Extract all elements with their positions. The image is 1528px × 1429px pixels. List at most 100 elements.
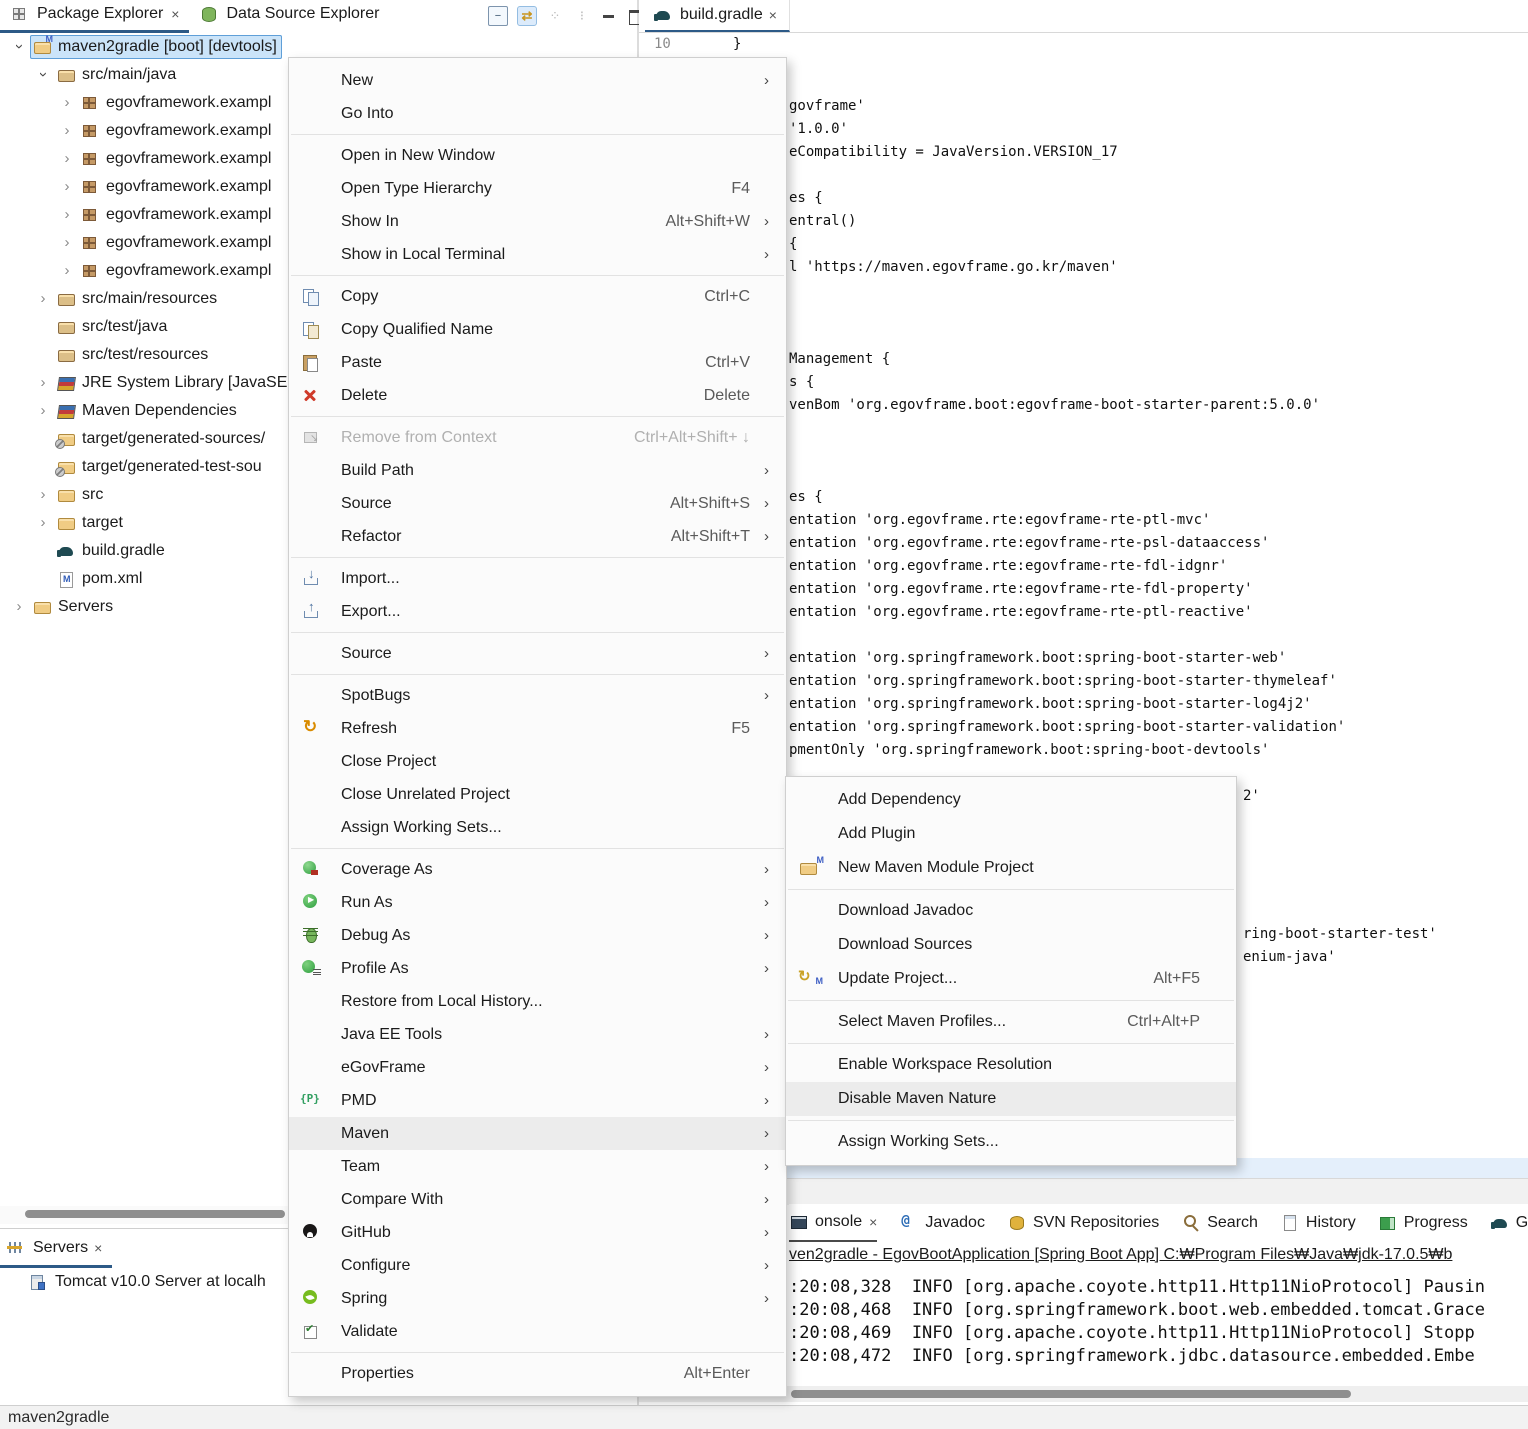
menu-separator: [291, 848, 784, 849]
menu-item[interactable]: Debug As ›: [289, 919, 786, 952]
menu-item[interactable]: Export... ›: [289, 595, 786, 628]
menu-item[interactable]: Open Type Hierarchy F4 ›: [289, 172, 786, 205]
menu-item[interactable]: Download Sources ›: [786, 928, 1236, 962]
console-tab[interactable]: SVN Repositories ×: [1007, 1205, 1159, 1241]
menu-item[interactable]: Run As ›: [289, 886, 786, 919]
submenu-arrow-icon: ›: [764, 1158, 786, 1175]
menu-item[interactable]: Open in New Window ›: [289, 139, 786, 172]
console-tab[interactable]: Progress ×: [1378, 1205, 1468, 1241]
menu-item[interactable]: Configure ›: [289, 1249, 786, 1282]
menu-item[interactable]: Delete Delete ›: [289, 379, 786, 412]
menu-item[interactable]: eGovFrame ›: [289, 1051, 786, 1084]
menu-item[interactable]: Build Path ›: [289, 454, 786, 487]
menu-item[interactable]: New Maven Module Project ›: [786, 851, 1236, 885]
tab-servers[interactable]: Servers ×: [0, 1231, 112, 1268]
menu-item[interactable]: Select Maven Profiles... Ctrl+Alt+P ›: [786, 1005, 1236, 1039]
expand-arrow-icon[interactable]: [32, 514, 54, 532]
menu-item[interactable]: Enable Workspace Resolution ›: [786, 1048, 1236, 1082]
menu-item[interactable]: Validate ›: [289, 1315, 786, 1348]
menu-item[interactable]: Download Javadoc ›: [786, 894, 1236, 928]
expand-arrow-icon[interactable]: [32, 486, 54, 504]
menu-item[interactable]: Team ›: [289, 1150, 786, 1183]
scrollbar-thumb[interactable]: [791, 1390, 1351, 1398]
code-line: entation 'org.egovframe.rte:egovframe-rt…: [789, 510, 1210, 530]
menu-item[interactable]: Remove from Context Ctrl+Alt+Shift+ ↓ ›: [289, 421, 786, 454]
tab-build-gradle[interactable]: build.gradle ×: [645, 0, 790, 32]
minimize-icon[interactable]: [600, 7, 618, 25]
console-tab[interactable]: Gradle Tasks ×: [1490, 1205, 1528, 1241]
console-tab[interactable]: onsole ×: [789, 1204, 877, 1242]
expand-arrow-icon[interactable]: [56, 94, 78, 112]
expand-arrow-icon[interactable]: [56, 150, 78, 168]
menu-item[interactable]: Spring ›: [289, 1282, 786, 1315]
menu-item[interactable]: Show In Alt+Shift+W ›: [289, 205, 786, 238]
expand-arrow-icon[interactable]: [8, 38, 30, 56]
menu-item[interactable]: Assign Working Sets... ›: [786, 1125, 1236, 1159]
view-tab[interactable]: Package Explorer ×: [0, 0, 189, 33]
menu-item[interactable]: Compare With ›: [289, 1183, 786, 1216]
menu-item[interactable]: Import... ›: [289, 562, 786, 595]
server-item[interactable]: Tomcat v10.0 Server at localh: [28, 1272, 266, 1292]
menu-item[interactable]: GitHub ›: [289, 1216, 786, 1249]
scrollbar-thumb[interactable]: [25, 1210, 285, 1218]
menu-item[interactable]: Maven ›: [289, 1117, 786, 1150]
menu-item[interactable]: Copy Ctrl+C ›: [289, 280, 786, 313]
menu-item[interactable]: SpotBugs ›: [289, 679, 786, 712]
menu-item[interactable]: Update Project... Alt+F5 ›: [786, 962, 1236, 996]
delete-icon: [301, 386, 327, 406]
view-menu-icon[interactable]: ⁝: [573, 7, 591, 25]
menu-item[interactable]: Java EE Tools ›: [289, 1018, 786, 1051]
close-icon[interactable]: ×: [869, 1214, 877, 1230]
console-tab[interactable]: Search ×: [1181, 1205, 1258, 1241]
menu-item[interactable]: Paste Ctrl+V ›: [289, 346, 786, 379]
menu-item[interactable]: Refactor Alt+Shift+T ›: [289, 520, 786, 553]
expand-arrow-icon[interactable]: [32, 402, 54, 420]
menu-item[interactable]: Go Into ›: [289, 97, 786, 130]
expand-arrow-icon[interactable]: [56, 178, 78, 196]
menu-item[interactable]: Copy Qualified Name ›: [289, 313, 786, 346]
menu-item-icon: [301, 1256, 327, 1276]
menu-item[interactable]: Add Dependency ›: [786, 783, 1236, 817]
collapse-all-icon[interactable]: −: [488, 6, 508, 26]
expand-arrow-icon[interactable]: [32, 290, 54, 308]
menu-item-icon: [798, 790, 824, 810]
menu-item[interactable]: Close Unrelated Project ›: [289, 778, 786, 811]
close-icon[interactable]: ×: [171, 6, 179, 22]
expand-arrow-icon[interactable]: [8, 598, 30, 616]
expand-arrow-icon[interactable]: [56, 234, 78, 252]
expand-arrow-icon[interactable]: [56, 262, 78, 280]
code-line: entation 'org.springframework.boot:sprin…: [789, 648, 1286, 668]
expand-arrow-icon[interactable]: [32, 374, 54, 392]
menu-item[interactable]: Close Project ›: [289, 745, 786, 778]
code-line: entral(): [789, 211, 856, 231]
menu-item[interactable]: Source Alt+Shift+S ›: [289, 487, 786, 520]
menu-separator: [291, 557, 784, 558]
menu-item-icon: [798, 1012, 824, 1032]
console-tab[interactable]: History ×: [1280, 1205, 1356, 1241]
menu-item[interactable]: Restore from Local History... ›: [289, 985, 786, 1018]
menu-item[interactable]: Coverage As ›: [289, 853, 786, 886]
menu-item[interactable]: Source ›: [289, 637, 786, 670]
close-icon[interactable]: ×: [94, 1240, 102, 1256]
console-log-line: :20:08,468 INFO [org.springframework.boo…: [789, 1300, 1528, 1320]
expand-arrow-icon[interactable]: [56, 122, 78, 140]
menu-item[interactable]: Properties Alt+Enter ›: [289, 1357, 786, 1390]
menu-item[interactable]: Disable Maven Nature ›: [786, 1082, 1236, 1116]
focus-view-icon[interactable]: ⁘: [546, 7, 564, 25]
menu-item[interactable]: Show in Local Terminal ›: [289, 238, 786, 271]
menu-item[interactable]: New ›: [289, 64, 786, 97]
code-line: Management {: [789, 349, 890, 369]
expand-arrow-icon[interactable]: [56, 206, 78, 224]
menu-item[interactable]: Assign Working Sets... ›: [289, 811, 786, 844]
console-tab[interactable]: Javadoc ×: [899, 1205, 985, 1241]
expand-arrow-icon[interactable]: [32, 66, 54, 84]
menu-item[interactable]: Refresh F5 ›: [289, 712, 786, 745]
submenu-arrow-icon: ›: [764, 1059, 786, 1076]
submenu-arrow-icon: ›: [764, 1026, 786, 1043]
link-with-editor-icon[interactable]: ⇄: [517, 6, 537, 26]
menu-item[interactable]: PMD ›: [289, 1084, 786, 1117]
menu-item[interactable]: Add Plugin ›: [786, 817, 1236, 851]
menu-item[interactable]: Profile As ›: [289, 952, 786, 985]
view-tab[interactable]: Data Source Explorer ×: [189, 0, 389, 33]
close-icon[interactable]: ×: [769, 7, 777, 23]
